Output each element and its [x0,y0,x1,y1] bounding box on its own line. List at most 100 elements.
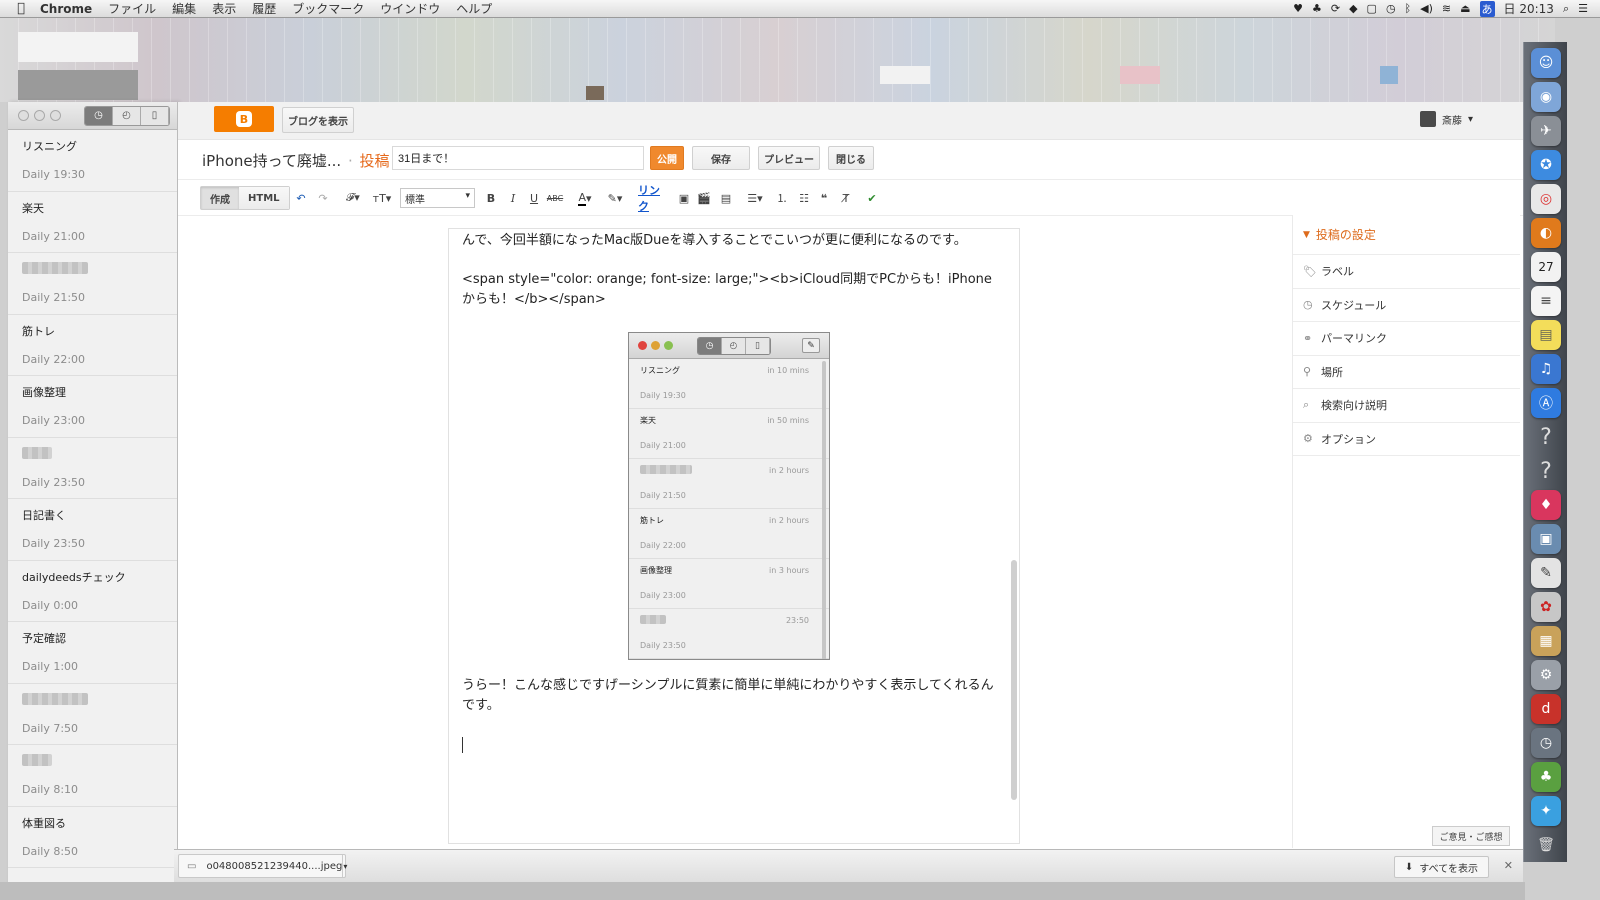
compose-mode-tab[interactable]: 作成 [201,187,239,209]
feedback-button[interactable]: ご意見・ご感想 [1432,826,1510,846]
numbered-list-icon[interactable]: ⒈ [774,188,790,208]
display-icon[interactable]: ▢ [1367,2,1377,15]
archive-utility-icon[interactable]: ▦ [1531,626,1561,656]
heart-icon[interactable]: ♥ [1293,2,1303,15]
menu-view[interactable]: 表示 [204,0,244,17]
due-reminder-item[interactable]: 日記書く Daily 23:50 [8,499,177,561]
post-setting-5[interactable]: ⌕ 検索向け説明 [1293,389,1520,423]
unknown-app-icon[interactable]: ? [1531,422,1561,452]
gem-app-icon[interactable]: ♦ [1531,490,1561,520]
menu-app-chrome[interactable]: Chrome [32,2,100,16]
html-mode-tab[interactable]: HTML [239,187,289,209]
blog-name[interactable]: iPhone持って廃墟... [202,152,341,170]
align-icon[interactable]: ☰▾ [744,188,766,208]
redo-icon[interactable]: ↷ [316,188,330,208]
firefox-icon[interactable]: ◐ [1531,218,1561,248]
due-reminder-item[interactable]: 楽天 Daily 21:00 [8,192,177,253]
launchpad-rocket-icon[interactable]: ✈ [1531,116,1561,146]
menu-window[interactable]: ウインドウ [372,0,448,17]
embedded-due-screenshot[interactable]: ◷ ◴ ▯ ✎ リスニング in 10 mins Daily 19:30 楽天 in 5… [628,332,830,660]
notification-list-icon[interactable]: ☰ [1578,2,1588,15]
unknown-app-icon[interactable]: ? [1531,456,1561,486]
account-menu[interactable]: 斎藤 ▾ [1419,111,1473,127]
photo-app-icon[interactable]: ✿ [1531,592,1561,622]
underline-icon[interactable]: U [527,188,541,208]
window-zoom-button[interactable] [50,110,61,121]
finder-icon[interactable]: ☺ [1531,48,1561,78]
post-setting-2[interactable]: ◷ スケジュール [1293,289,1520,322]
spotlight-search-icon[interactable]: ⌕ [1563,2,1569,16]
evernote-icon[interactable]: ♣ [1312,2,1322,15]
apple-icon[interactable]:  [10,1,32,16]
due-reminder-item[interactable]: dailydeedsチェック Daily 0:00 [8,561,177,622]
chrome-icon[interactable]: ◎ [1531,184,1561,214]
time-machine-icon[interactable]: ◷ [1386,2,1396,15]
close-download-shelf-icon[interactable]: ✕ [1504,859,1513,872]
text-color-icon[interactable]: A ▾ [574,188,596,208]
menu-help[interactable]: ヘルプ [448,0,500,17]
download-menu-arrow-icon[interactable]: ▾ [342,855,347,877]
trash-icon[interactable]: 🗑 [1531,830,1561,860]
post-title-input[interactable] [392,146,644,170]
volume-icon[interactable]: ◀) [1420,2,1433,15]
input-method-icon[interactable]: あ [1479,0,1495,17]
insert-video-icon[interactable]: 🎬 [696,188,712,208]
dashboard-icon[interactable]: ◉ [1531,82,1561,112]
due-reminder-item[interactable]: Daily 21:50 [8,253,177,315]
paragraph-format-select[interactable]: 標準 [400,188,475,208]
due-reminder-item[interactable]: 体重図る Daily 8:50 [8,807,177,868]
menu-bookmarks[interactable]: ブックマーク [284,0,372,17]
bullet-list-icon[interactable]: ☷ [796,188,812,208]
wifi-icon[interactable]: ≋ [1442,2,1451,15]
diet-app-icon[interactable]: d [1531,694,1561,724]
twitter-icon[interactable]: ✦ [1531,796,1561,826]
close-button[interactable]: 閉じる [828,146,874,170]
jump-break-icon[interactable]: ▤ [718,188,734,208]
view-blog-button[interactable]: ブログを表示 [282,107,354,133]
italic-icon[interactable]: I [506,188,520,208]
undo-icon[interactable]: ↶ [294,188,308,208]
menubar-clock[interactable]: 日 20:13 [1504,0,1554,17]
stickies-icon[interactable]: ▤ [1531,320,1561,350]
save-button[interactable]: 保存 [692,146,750,170]
window-minimize-button[interactable] [34,110,45,121]
strikethrough-icon[interactable]: ABC [547,188,563,208]
menu-edit[interactable]: 編集 [164,0,204,17]
calendar-icon[interactable]: 27 [1531,252,1561,282]
spellcheck-icon[interactable]: ✔ [864,188,880,208]
due-reminder-item[interactable]: Daily 23:50 [8,438,177,499]
safari-icon[interactable]: ✪ [1531,150,1561,180]
bold-icon[interactable]: B [484,188,498,208]
post-setting-6[interactable]: ⚙ オプション [1293,423,1520,456]
download-item[interactable]: ▭ o048008521239440....jpeg ▾ [178,854,347,878]
post-setting-3[interactable]: ⚭ パーマリンク [1293,322,1520,356]
due-reminder-item[interactable]: 予定確認 Daily 1:00 [8,622,177,684]
app-store-icon[interactable]: Ⓐ [1531,388,1561,418]
logbook-tab-icon[interactable]: ▯ [141,106,169,125]
post-body-editor[interactable]: んで、今回半額になったMac版Dueを導入することでこいつが更に便利になるのです… [448,228,1020,844]
textedit-icon[interactable]: ≡ [1531,286,1561,316]
blogger-logo[interactable]: B [214,106,274,132]
bluetooth-icon[interactable]: ᛒ [1405,2,1412,15]
preview-app-icon[interactable]: ✎ [1531,558,1561,588]
menu-file[interactable]: ファイル [100,0,164,17]
evernote-dock-icon[interactable]: ♣ [1531,762,1561,792]
publish-button[interactable]: 公開 [650,146,684,170]
preview-button[interactable]: プレビュー [758,146,820,170]
post-settings-header[interactable]: ▼ 投稿の設定 [1293,215,1520,255]
show-all-downloads-button[interactable]: ⬇ すべてを表示 [1393,856,1489,878]
post-setting-4[interactable]: ⚲ 場所 [1293,356,1520,389]
clear-formatting-icon[interactable]: T̸ [838,188,854,208]
post-setting-1[interactable]: 🏷 ラベル [1293,255,1520,289]
eject-icon[interactable]: ⏏ [1460,2,1470,15]
due-reminder-item[interactable]: リスニング Daily 19:30 [8,130,177,192]
font-family-icon[interactable]: 𝓕▾ [342,188,364,208]
highlight-color-icon[interactable]: ✎▾ [604,188,626,208]
image-capture-icon[interactable]: ▣ [1531,524,1561,554]
quote-icon[interactable]: ❝ [816,188,832,208]
due-reminder-item[interactable]: 画像整理 Daily 23:00 [8,376,177,438]
font-size-icon[interactable]: ᴛT▾ [370,188,394,208]
due-reminder-item[interactable]: Daily 8:10 [8,745,177,807]
sync-icon[interactable]: ⟳ [1331,2,1340,15]
time-app-icon[interactable]: ◷ [1531,728,1561,758]
